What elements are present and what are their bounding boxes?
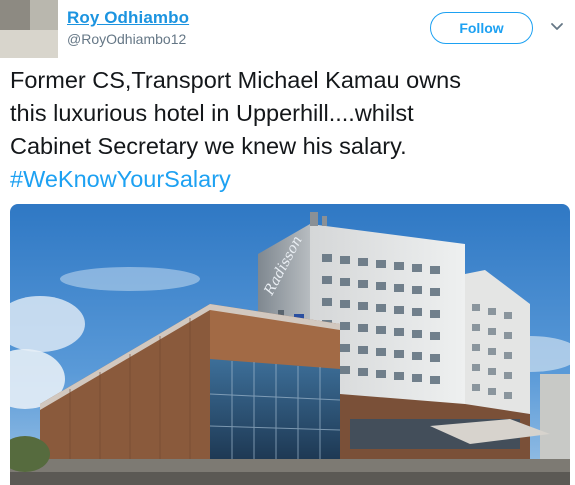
- tweet-text-line: Former CS,Transport Michael Kamau owns: [10, 67, 461, 93]
- tweet-text-line: this luxurious hotel in Upperhill....whi…: [10, 100, 414, 126]
- user-handle[interactable]: @RoyOdhiambo12: [67, 31, 186, 47]
- follow-button[interactable]: Follow: [430, 12, 533, 44]
- tweet-text: Former CS,Transport Michael Kamau owns t…: [10, 64, 570, 196]
- display-name[interactable]: Roy Odhiambo: [67, 8, 189, 28]
- tweet-text-line: Cabinet Secretary we knew his salary.: [10, 133, 407, 159]
- chevron-down-icon[interactable]: [549, 18, 565, 34]
- avatar[interactable]: [0, 0, 58, 58]
- hashtag-link[interactable]: #WeKnowYourSalary: [10, 163, 570, 196]
- tweet-photo[interactable]: Radisson: [10, 204, 570, 485]
